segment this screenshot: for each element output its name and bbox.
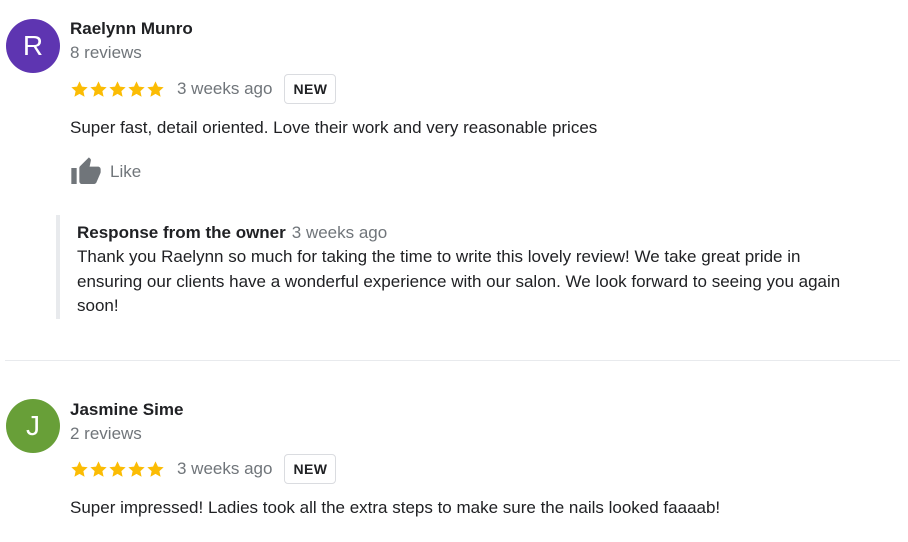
review-age: 3 weeks ago [177, 79, 273, 98]
thumb-up-icon [71, 157, 101, 184]
star-rating [70, 80, 165, 99]
star-icon [90, 460, 107, 477]
owner-response-text: Thank you Raelynn so much for taking the… [77, 247, 841, 315]
rating-row: 3 weeks ago NEW [70, 454, 337, 484]
reviewer-review-count[interactable]: 2 reviews [70, 424, 870, 444]
new-badge: NEW [284, 74, 337, 104]
new-badge: NEW [284, 454, 337, 484]
star-icon [128, 460, 145, 477]
avatar[interactable]: J [6, 399, 60, 453]
review-card: J Jasmine Sime 2 reviews 3 weeks ago NEW… [0, 361, 908, 542]
star-icon [147, 460, 164, 477]
star-icon [71, 80, 88, 97]
review-card: R Raelynn Munro 8 reviews 3 weeks ago NE… [0, 0, 908, 360]
review-text: Super impressed! Ladies took all the ext… [70, 498, 721, 517]
star-icon [147, 80, 164, 97]
star-icon [109, 460, 126, 477]
reviewer-name[interactable]: Raelynn Munro [70, 19, 870, 39]
owner-response: Response from the owner 3 weeks ago Thank… [56, 215, 874, 319]
reviewer-name[interactable]: Jasmine Sime [70, 400, 870, 420]
like-label: Like [110, 162, 142, 181]
star-icon [71, 460, 88, 477]
owner-response-age: 3 weeks ago [291, 223, 388, 242]
rating-row: 3 weeks ago NEW [70, 74, 337, 104]
avatar[interactable]: R [6, 19, 60, 73]
owner-response-header: Response from the owner 3 weeks ago [77, 221, 854, 245]
owner-response-title: Response from the owner [77, 223, 286, 242]
star-rating [70, 460, 165, 479]
star-icon [90, 80, 107, 97]
review-text: Super fast, detail oriented. Love their … [70, 118, 598, 137]
reviewer-review-count[interactable]: 8 reviews [70, 43, 870, 63]
review-age: 3 weeks ago [177, 459, 273, 478]
like-button[interactable]: Like [70, 156, 141, 188]
star-icon [109, 80, 126, 97]
star-icon [128, 80, 145, 97]
